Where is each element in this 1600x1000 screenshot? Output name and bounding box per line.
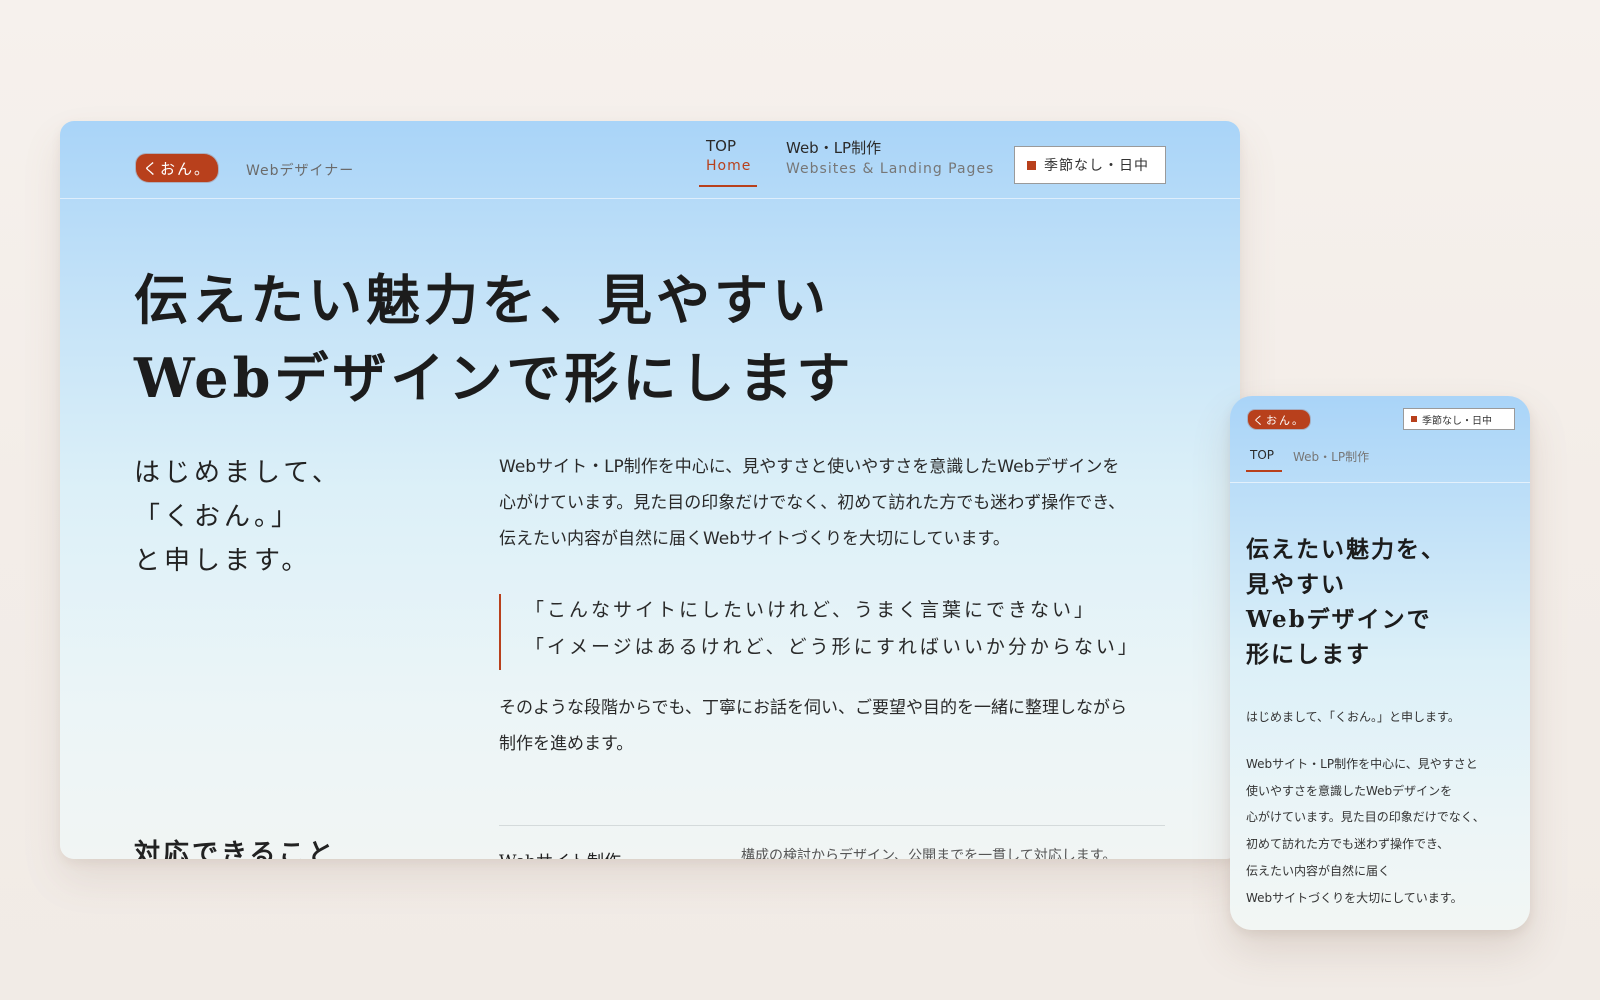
season-toggle-label: 季節なし・日中 [1044,158,1149,174]
paragraph-line: 制作を進めます。 [499,734,634,754]
intro-line: 「くおん。」 [134,502,302,532]
section-divider [499,825,1165,826]
mobile-hero-line: 形にします [1246,641,1371,668]
mobile-nav-active-indicator [1246,470,1282,472]
mobile-season-toggle-button[interactable]: 季節なし・日中 [1403,408,1515,430]
paragraph-line: 伝えたい内容が自然に届くWebサイトづくりを大切にしています。 [499,529,1010,549]
nav-web-lp-sub: Websites & Landing Pages [786,161,995,177]
site-role: Webデザイナー [246,163,355,179]
nav-web-lp[interactable]: Web・LP制作 Websites & Landing Pages [786,137,994,177]
client-quotes: 「こんなサイトにしたいけれど、うまく言葉にできない」 「イメージはあるけれど、ど… [499,594,1140,670]
hero-title-line: Webデザインで形にします [134,346,855,410]
nav-top-sub: Home [706,158,752,174]
intro-heading: はじめまして、 「くおん。」 と申します。 [134,451,342,583]
paragraph-line: 心がけています。見た目の印象だけでなく、初めて訪れた方でも迷わず操作でき、 [499,493,1126,513]
mobile-hero-line: 伝えたい魅力を、 [1246,536,1446,563]
desktop-header: くおん。 Webデザイナー TOP Home Web・LP制作 Websites… [60,121,1240,199]
paragraph-line: そのような段階からでも、丁寧にお話を伺い、ご要望や目的を一緒に整理しながら [499,698,1127,718]
mobile-nav-web-lp[interactable]: Web・LP制作 [1293,448,1369,465]
nav-top[interactable]: TOP Home [706,137,751,174]
nav-top-label: TOP [706,137,737,155]
mobile-hero-line: Webデザインで [1246,606,1432,633]
mobile-paragraph-line: 初めて訪れた方でも迷わず操作でき、 [1246,837,1450,852]
mobile-paragraph-line: 使いやすさを意識したWebデザインを [1246,783,1453,798]
mobile-hero-title: 伝えたい魅力を、 見やすい Webデザインで 形にします [1246,532,1446,672]
hero-title: 伝えたい魅力を、見やすい Webデザインで形にします [134,261,854,417]
mobile-nav-top[interactable]: TOP [1250,448,1274,462]
mobile-intro: はじめまして、「くおん。」と申します。 [1246,710,1460,724]
mobile-hero-line: 見やすい [1246,571,1346,598]
mobile-header-divider [1230,482,1530,483]
section-title-services: 対応できること [134,839,337,859]
quote-line: 「こんなサイトにしたいけれど、うまく言葉にできない」 [525,599,1097,621]
hero-title-line: 伝えたい魅力を、見やすい [134,268,830,332]
mobile-preview: くおん。 季節なし・日中 TOP Web・LP制作 伝えたい魅力を、 見やすい … [1230,396,1530,930]
mobile-paragraph-line: Webサイト・LP制作を中心に、見やすさと [1246,757,1478,771]
season-toggle-button[interactable]: 季節なし・日中 [1014,146,1166,184]
service-description: 構成の検討からデザイン、公開までを一貫して対応します。 [741,848,1117,859]
mobile-paragraph-line: 心がけています。見た目の印象だけでなく、 [1246,810,1485,825]
intro-line: はじめまして、 [134,458,342,488]
square-marker-icon [1411,416,1417,422]
nav-active-indicator [699,185,757,187]
intro-line: と申します。 [134,546,312,576]
nav-web-lp-label: Web・LP制作 [786,139,882,157]
site-logo[interactable]: くおん。 [136,154,218,182]
service-name: Webサイト制作 [499,847,621,859]
mobile-paragraph-line: Webサイトづくりを大切にしています。 [1246,890,1463,905]
mobile-season-toggle-label: 季節なし・日中 [1422,415,1492,427]
mobile-paragraph-line: 伝えたい内容が自然に届く [1246,863,1391,878]
desktop-preview: くおん。 Webデザイナー TOP Home Web・LP制作 Websites… [60,121,1240,859]
intro-paragraph: Webサイト・LP制作を中心に、見やすさと使いやすさを意識したWebデザインを … [499,449,1125,557]
mobile-site-logo[interactable]: くおん。 [1248,410,1310,429]
mobile-intro-paragraph: Webサイト・LP制作を中心に、見やすさと 使いやすさを意識したWebデザインを… [1246,751,1485,911]
paragraph-line: Webサイト・LP制作を中心に、見やすさと使いやすさを意識したWebデザインを [499,457,1120,477]
quote-line: 「イメージはあるけれど、どう形にすればいいか分からない」 [525,636,1140,658]
square-marker-icon [1027,160,1036,170]
process-paragraph: そのような段階からでも、丁寧にお話を伺い、ご要望や目的を一緒に整理しながら 制作… [499,690,1127,762]
